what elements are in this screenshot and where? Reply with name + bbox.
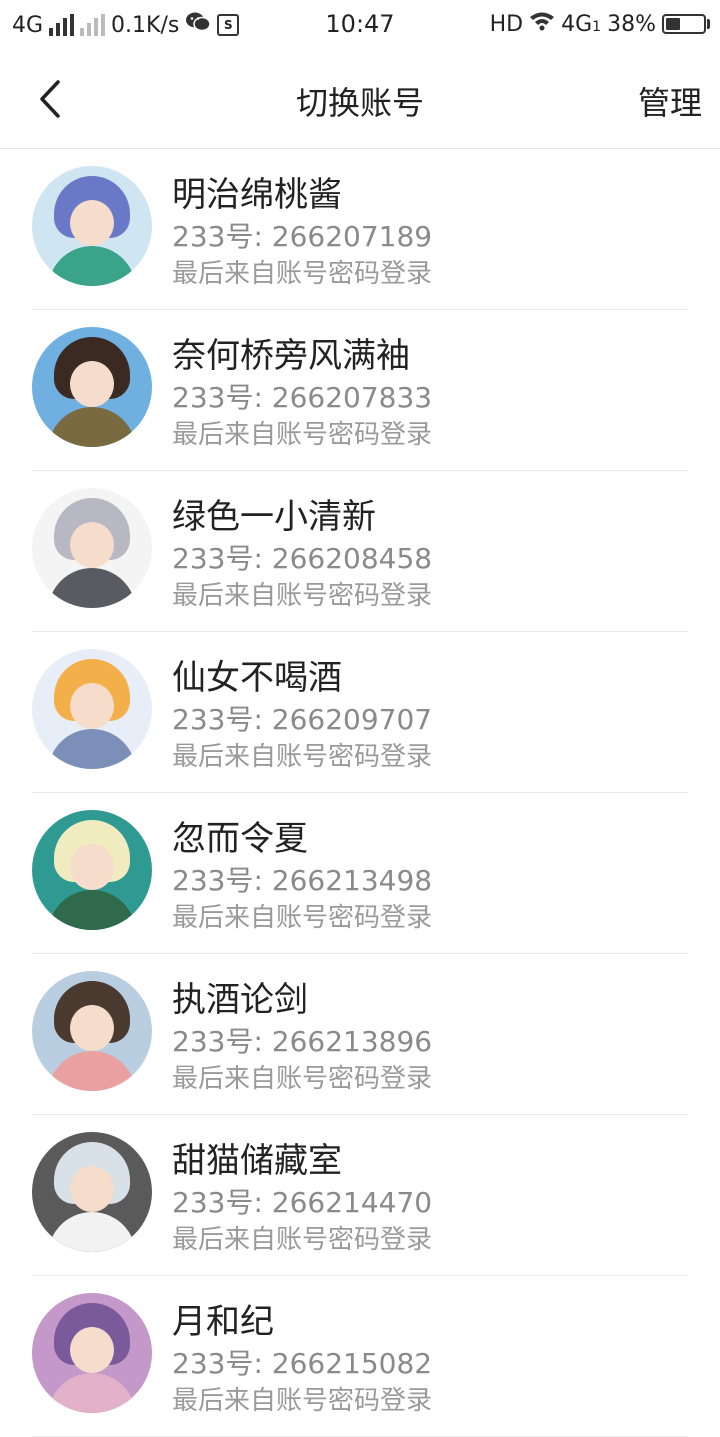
avatar xyxy=(32,649,152,769)
account-id: 233号: 266215082 xyxy=(172,1347,433,1380)
status-bar: 4G 0.1K/s S 10:47 HD 4G1 38% xyxy=(0,0,720,50)
status-right: HD 4G1 38% xyxy=(490,10,710,38)
account-name: 绿色一小清新 xyxy=(172,497,376,537)
account-id: 233号: 266213498 xyxy=(172,864,433,897)
account-login-source: 最后来自账号密码登录 xyxy=(172,259,433,289)
account-login-source: 最后来自账号密码登录 xyxy=(172,1064,433,1094)
account-login-source: 最后来自账号密码登录 xyxy=(172,581,433,611)
account-id: 233号: 266209707 xyxy=(172,703,433,736)
account-name: 明治绵桃酱 xyxy=(172,175,342,215)
account-name: 月和纪 xyxy=(172,1302,274,1342)
account-name: 甜猫储藏室 xyxy=(172,1141,342,1181)
avatar xyxy=(32,166,152,286)
avatar xyxy=(32,810,152,930)
account-row[interactable]: 忽而令夏 233号: 266213498 最后来自账号密码登录 xyxy=(0,793,720,954)
account-row[interactable]: 奈何桥旁风满袖 233号: 266207833 最后来自账号密码登录 xyxy=(0,310,720,471)
account-row[interactable]: 仙女不喝酒 233号: 266209707 最后来自账号密码登录 xyxy=(0,632,720,793)
account-login-source: 最后来自账号密码登录 xyxy=(172,1225,433,1255)
account-login-source: 最后来自账号密码登录 xyxy=(172,742,433,772)
account-row[interactable]: 明治绵桃酱 233号: 266207189 最后来自账号密码登录 xyxy=(0,149,720,310)
network-label-2: 4G1 xyxy=(561,11,602,37)
account-list: 明治绵桃酱 233号: 266207189 最后来自账号密码登录 奈何桥旁风满袖 233… xyxy=(0,149,720,1437)
avatar xyxy=(32,488,152,608)
account-login-source: 最后来自账号密码登录 xyxy=(172,1386,433,1416)
avatar xyxy=(32,1293,152,1413)
account-row[interactable]: 月和纪 233号: 266215082 最后来自账号密码登录 xyxy=(0,1276,720,1437)
battery-percent: 38% xyxy=(607,11,656,37)
account-id: 233号: 266207189 xyxy=(172,220,433,253)
account-row[interactable]: 执酒论剑 233号: 266213896 最后来自账号密码登录 xyxy=(0,954,720,1115)
account-name: 仙女不喝酒 xyxy=(172,658,342,698)
account-name: 执酒论剑 xyxy=(172,980,308,1020)
account-id: 233号: 266213896 xyxy=(172,1025,433,1058)
hd-label: HD xyxy=(489,11,524,37)
nav-header: 切换账号 管理 xyxy=(0,50,720,149)
account-id: 233号: 266214470 xyxy=(172,1186,433,1219)
battery-icon xyxy=(662,14,710,34)
avatar xyxy=(32,327,152,447)
account-row[interactable]: 甜猫储藏室 233号: 266214470 最后来自账号密码登录 xyxy=(0,1115,720,1276)
wifi-icon xyxy=(529,11,555,37)
account-name: 忽而令夏 xyxy=(172,819,308,859)
account-name: 奈何桥旁风满袖 xyxy=(172,336,410,376)
manage-button[interactable]: 管理 xyxy=(638,78,702,124)
account-row[interactable]: 绿色一小清新 233号: 266208458 最后来自账号密码登录 xyxy=(0,471,720,632)
account-id: 233号: 266207833 xyxy=(172,381,433,414)
avatar xyxy=(32,971,152,1091)
account-login-source: 最后来自账号密码登录 xyxy=(172,420,433,450)
account-id: 233号: 266208458 xyxy=(172,542,433,575)
page-title: 切换账号 xyxy=(295,84,424,122)
avatar xyxy=(32,1132,152,1252)
account-login-source: 最后来自账号密码登录 xyxy=(172,903,433,933)
